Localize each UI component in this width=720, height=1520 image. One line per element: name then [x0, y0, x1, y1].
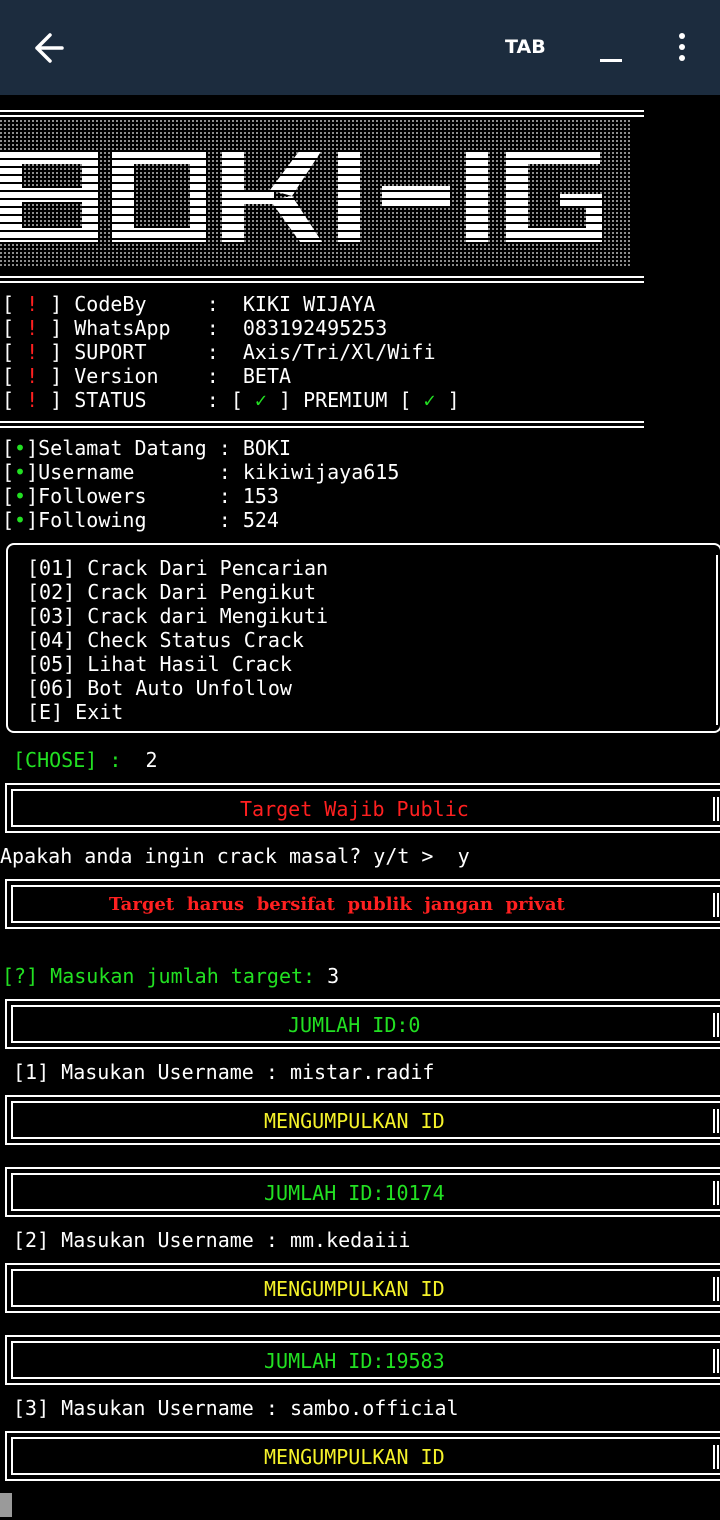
divider — [0, 421, 644, 428]
menu-item[interactable]: [E] Exit — [27, 700, 123, 724]
info-line-whatsapp: [ ! ] WhatsApp : 083192495253 — [2, 316, 388, 340]
jumlah-id-box: JUMLAH ID:10174 — [5, 1167, 720, 1217]
jumlah-target-prompt: [?] Masukan jumlah target: 3 — [2, 964, 340, 988]
menu-item[interactable]: [04] Check Status Crack — [27, 628, 304, 652]
app-bar: TAB — [0, 0, 720, 95]
tab-button[interactable]: TAB — [505, 36, 546, 58]
more-options-icon[interactable] — [676, 33, 688, 63]
account-followers: [•]Followers : 153 — [2, 484, 279, 508]
username-prompt-2: [2] Masukan Username : mm.kedaiii — [13, 1228, 411, 1252]
warning-text: Target harus bersifat publik jangan priv… — [109, 894, 565, 915]
boki-ig-logo — [0, 120, 632, 268]
divider — [0, 276, 644, 283]
account-following: [•]Following : 524 — [2, 508, 279, 532]
collect-box: MENGUMPULKAN ID — [5, 1263, 720, 1313]
notice-box: Target Wajib Public — [5, 783, 720, 833]
warning-box: Target harus bersifat publik jangan priv… — [5, 879, 720, 929]
terminal-cursor — [0, 1493, 12, 1517]
info-line-status: [ ! ] STATUS : [ ✓ ] PREMIUM [ ✓ ] — [2, 388, 460, 412]
username-prompt-1: [1] Masukan Username : mistar.radif — [13, 1060, 435, 1084]
info-line-codeby: [ ! ] CodeBy : KIKI WIJAYA — [2, 292, 376, 316]
divider — [0, 110, 644, 117]
menu-item[interactable]: [03] Crack dari Mengikuti — [27, 604, 328, 628]
menu-item[interactable]: [01] Crack Dari Pencarian — [27, 556, 328, 580]
check-icon: ✓ — [423, 388, 436, 412]
account-welcome: [•]Selamat Datang : BOKI — [2, 436, 292, 460]
account-username: [•]Username : kikiwijaya615 — [2, 460, 400, 484]
back-arrow-icon[interactable] — [30, 30, 66, 66]
minimize-icon[interactable] — [600, 59, 622, 62]
info-line-suport: [ ! ] SUPORT : Axis/Tri/Xl/Wifi — [2, 340, 436, 364]
chose-prompt: [CHOSE] : 2 — [13, 748, 158, 772]
jumlah-id-box: JUMLAH ID:19583 — [5, 1335, 720, 1385]
info-line-version: [ ! ] Version : BETA — [2, 364, 292, 388]
check-icon: ✓ — [254, 388, 267, 412]
username-prompt-3: [3] Masukan Username : sambo.official — [13, 1396, 459, 1420]
collect-box: MENGUMPULKAN ID — [5, 1431, 720, 1481]
menu-item[interactable]: [02] Crack Dari Pengikut — [27, 580, 316, 604]
notice-text: Target Wajib Public — [240, 797, 469, 821]
menu-item[interactable]: [06] Bot Auto Unfollow — [27, 676, 292, 700]
menu-item[interactable]: [05] Lihat Hasil Crack — [27, 652, 292, 676]
terminal-output[interactable]: [ ! ] CodeBy : KIKI WIJAYA [ ! ] WhatsAp… — [0, 95, 720, 1520]
jumlah-id-box: JUMLAH ID:0 — [5, 999, 720, 1049]
collect-box: MENGUMPULKAN ID — [5, 1095, 720, 1145]
crack-masal-prompt: Apakah anda ingin crack masal? y/t > y — [0, 844, 470, 868]
